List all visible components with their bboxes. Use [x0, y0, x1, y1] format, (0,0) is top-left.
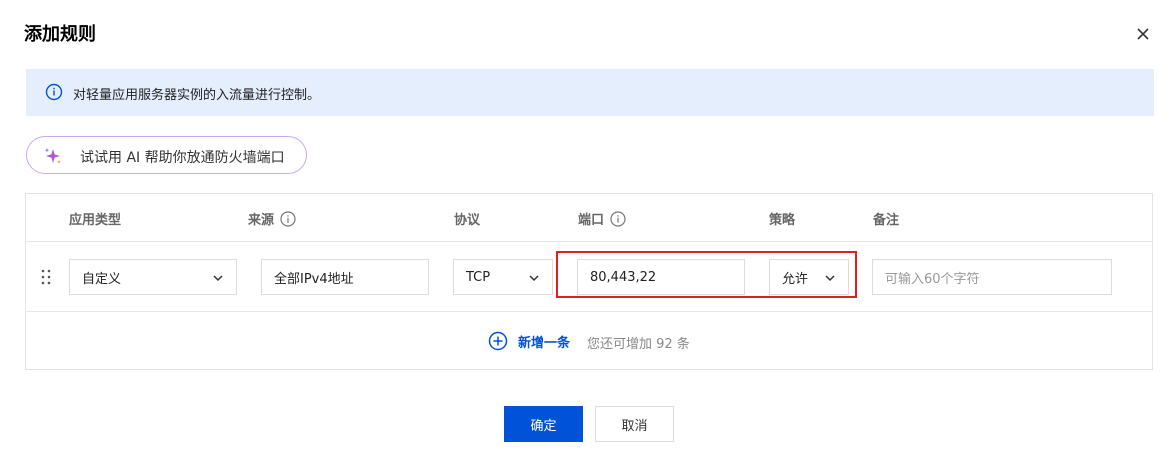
header-protocol: 协议 — [454, 213, 481, 228]
header-port: 端口 — [578, 209, 626, 228]
sparkle-icon — [44, 148, 61, 164]
app-type-value: 自定义 — [82, 271, 122, 287]
table-header: 应用类型 来源 协议 端口 策略 备注 — [26, 194, 1152, 242]
source-field[interactable]: 全部IPv4地址 — [261, 259, 429, 295]
ai-assist-label: 试试用 AI 帮助你放通防火墙端口 — [80, 150, 285, 166]
policy-select[interactable]: 允许 — [769, 259, 849, 295]
app-type-select[interactable]: 自定义 — [69, 259, 237, 295]
info-text: 对轻量应用服务器实例的入流量进行控制。 — [73, 88, 321, 103]
port-value: 80,443,22 — [590, 269, 657, 285]
close-button[interactable] — [1133, 24, 1153, 44]
policy-value: 允许 — [782, 271, 809, 287]
remark-input[interactable]: 可输入60个字符 — [872, 259, 1112, 295]
add-row-area: 新增一条 您还可增加 92 条 — [26, 312, 1152, 369]
header-app-type: 应用类型 — [69, 213, 122, 228]
help-icon[interactable] — [280, 210, 296, 227]
info-banner: 对轻量应用服务器实例的入流量进行控制。 — [26, 69, 1154, 116]
add-circle-icon — [488, 331, 508, 351]
source-value: 全部IPv4地址 — [274, 271, 354, 287]
header-policy: 策略 — [769, 213, 796, 228]
add-rule-hint: 您还可增加 92 条 — [587, 337, 690, 352]
help-icon[interactable] — [610, 210, 626, 227]
rules-table: 应用类型 来源 协议 端口 策略 备注 自定义 全部IPv4地址 TCP 80,… — [25, 193, 1153, 370]
cancel-button[interactable]: 取消 — [595, 406, 674, 442]
chevron-down-icon — [213, 275, 223, 282]
header-source: 来源 — [248, 209, 296, 228]
dialog-title: 添加规则 — [24, 24, 96, 45]
ai-assist-button[interactable]: 试试用 AI 帮助你放通防火墙端口 — [26, 136, 307, 174]
close-icon[interactable] — [1133, 24, 1153, 44]
drag-handle-icon[interactable] — [40, 268, 52, 286]
table-row: 自定义 全部IPv4地址 TCP 80,443,22 允许 可输入60个字符 — [26, 242, 1152, 312]
add-rule-button[interactable]: 新增一条 — [488, 331, 570, 351]
confirm-button[interactable]: 确定 — [504, 406, 583, 442]
port-input[interactable]: 80,443,22 — [577, 259, 745, 295]
protocol-select[interactable]: TCP — [453, 259, 553, 295]
add-rule-label: 新增一条 — [518, 335, 571, 351]
chevron-down-icon — [529, 275, 539, 282]
chevron-down-icon — [825, 275, 835, 282]
protocol-value: TCP — [466, 269, 491, 285]
header-remark: 备注 — [873, 213, 900, 228]
info-icon — [45, 83, 63, 101]
remark-placeholder: 可输入60个字符 — [885, 271, 980, 287]
